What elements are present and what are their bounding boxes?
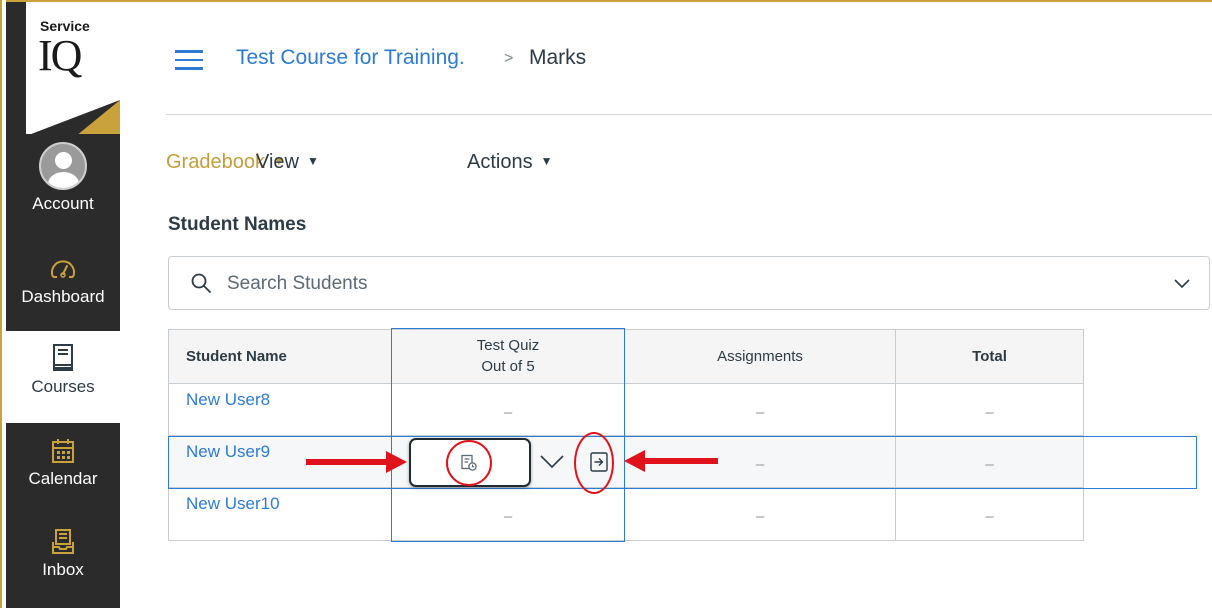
student-link[interactable]: New User9 [186,442,270,462]
grade-cell-total[interactable]: – [896,436,1084,488]
serviceiq-logo[interactable]: Service IQ [26,2,120,134]
breadcrumb-course-link[interactable]: Test Course for Training. [236,46,465,70]
view-menu-label: View [256,151,299,173]
calendar-icon [52,439,74,463]
book-icon [53,344,73,371]
global-nav: Service IQ Account Dashboard Courses Cal… [6,0,120,608]
table-row-student-cell: New User9 [168,436,392,488]
inbox-icon [52,529,74,554]
speedometer-icon [51,260,75,278]
open-grade-detail-tray-icon[interactable] [590,452,608,472]
grade-cell-assignments[interactable]: – [625,384,896,436]
column-header-student[interactable]: Student Name [168,329,392,384]
header-divider [166,114,1212,115]
table-row-student-cell: New User8 [168,384,392,436]
student-link[interactable]: New User10 [186,494,280,514]
grade-cell-total[interactable]: – [896,384,1084,436]
logo-iq-text: IQ [38,31,82,80]
student-column-title: Student Name [186,347,287,365]
view-menu[interactable]: View ▼ [256,151,319,174]
grade-value: – [985,404,994,421]
nav-label-calendar: Calendar [28,469,98,488]
grade-options-chevron-icon[interactable] [540,455,564,469]
submission-status-icon[interactable] [460,454,478,472]
table-row-student-cell: New User10 [168,488,392,541]
quiz-points-possible: Out of 5 [481,358,535,375]
nav-item-courses[interactable]: Courses [6,331,120,423]
actions-menu[interactable]: Actions ▼ [467,151,552,174]
student-names-label: Student Names [168,214,307,235]
hamburger-icon[interactable] [175,50,203,70]
grade-cell-assignments[interactable]: – [625,436,896,488]
grade-value: – [755,456,765,473]
grade-value: – [755,404,765,421]
quiz-column-title: Test Quiz [476,337,540,354]
chevron-down-icon[interactable] [1173,275,1191,293]
nav-item-inbox[interactable]: Inbox [6,528,120,580]
student-search-box[interactable] [168,256,1210,310]
nav-item-dashboard[interactable]: Dashboard [6,257,120,307]
grade-value: – [985,508,994,525]
grade-cell-assignments[interactable]: – [625,488,896,541]
nav-label-inbox: Inbox [42,560,84,579]
column-header-assignments[interactable]: Assignments [625,329,896,384]
nav-label-courses: Courses [31,377,95,396]
grade-value: – [755,508,765,525]
caret-down-icon: ▼ [307,154,319,168]
grade-cell-total[interactable]: – [896,488,1084,541]
gradebook-grid: Student Name Test Quiz Out of 5 Assignme… [168,329,1084,541]
page-left-border [0,0,6,608]
nav-item-calendar[interactable]: Calendar [6,437,120,489]
user-avatar-icon [39,142,87,190]
student-link[interactable]: New User8 [186,390,270,410]
nav-label-account: Account [32,194,94,213]
grade-cell-quiz[interactable]: – [392,384,625,436]
nav-item-account[interactable]: Account [6,142,120,214]
column-header-test-quiz[interactable]: Test Quiz Out of 5 [392,329,625,384]
grade-value: – [985,456,994,473]
breadcrumb-current: Marks [529,46,587,69]
actions-menu-label: Actions [467,151,533,173]
grade-value: – [503,404,513,421]
grade-value: – [503,508,513,525]
assignments-column-title: Assignments [717,347,803,365]
grade-cell-quiz[interactable]: – [392,488,625,541]
breadcrumb-separator: > [504,50,514,67]
gradebook-menu-label: Gradebook [166,151,265,173]
logo-gold-triangle [76,100,120,134]
student-search-input[interactable] [227,269,1107,299]
page-top-border [0,0,1212,2]
search-icon [191,273,211,293]
column-header-total[interactable]: Total [896,329,1084,384]
nav-label-dashboard: Dashboard [21,287,105,306]
total-column-title: Total [972,347,1007,365]
caret-down-icon: ▼ [540,154,553,168]
